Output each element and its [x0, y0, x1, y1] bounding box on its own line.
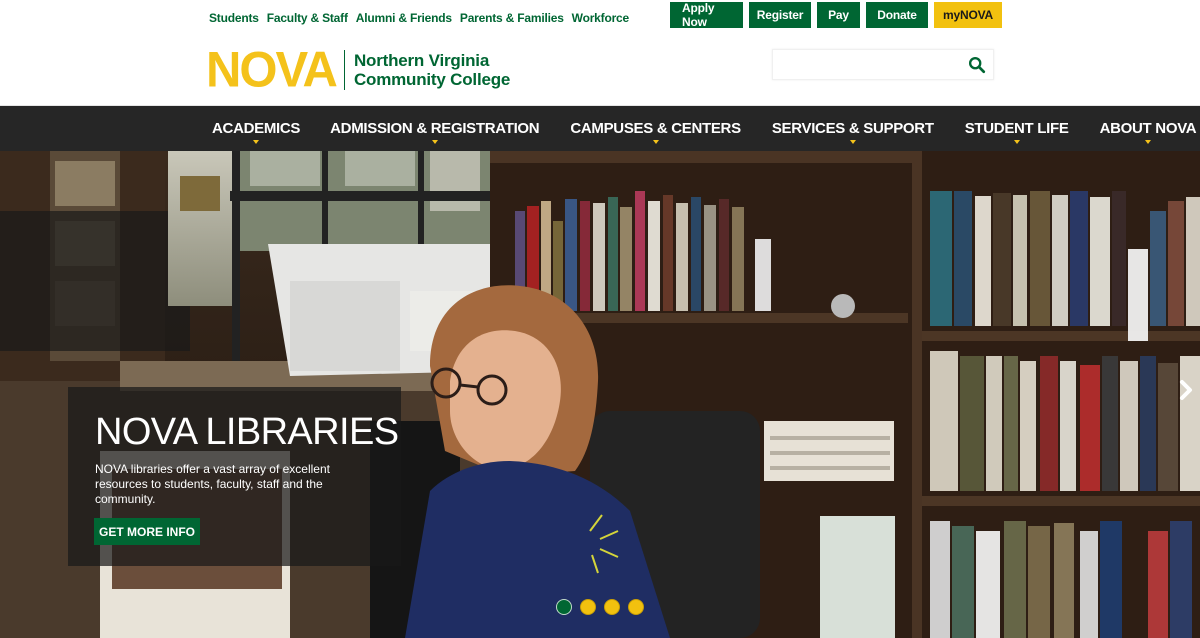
slide-dot-2[interactable]: [580, 599, 596, 615]
hero-slider: NOVA LIBRARIES NOVA libraries offer a va…: [0, 151, 1200, 638]
nova-logo[interactable]: NOVA Northern Virginia Community College: [206, 42, 510, 98]
nav-student-life[interactable]: STUDENT LIFE: [965, 106, 1069, 151]
donate-button[interactable]: Donate: [866, 2, 928, 28]
search-icon[interactable]: [968, 56, 986, 74]
nav-about-nova[interactable]: ABOUT NOVA: [1100, 106, 1197, 151]
nav-student-life-label: STUDENT LIFE: [964, 120, 1069, 137]
utility-link-students[interactable]: Students: [209, 11, 259, 25]
apply-now-button[interactable]: Apply Now: [670, 1, 743, 29]
hero-title: NOVA LIBRARIES: [95, 411, 399, 453]
slide-dot-1[interactable]: [556, 599, 572, 615]
utility-nav: Students Faculty & Staff Alumni & Friend…: [209, 11, 629, 25]
nav-services-label: SERVICES & SUPPORT: [771, 120, 934, 137]
slide-pagination: [556, 599, 644, 615]
nav-admission-label: ADMISSION & REGISTRATION: [330, 120, 540, 137]
hero-description: NOVA libraries offer a vast array of exc…: [95, 462, 330, 506]
logo-name-line1: Northern Virginia: [353, 51, 490, 70]
register-button[interactable]: Register: [749, 2, 811, 28]
cta-buttons: Apply Now Register Pay Donate myNOVA: [670, 1, 1002, 29]
utility-link-workforce[interactable]: Workforce: [572, 11, 630, 25]
chevron-right-icon[interactable]: [1176, 377, 1196, 403]
nav-academics-label: ACADEMICS: [212, 120, 301, 137]
chevron-down-icon: [431, 140, 438, 144]
chevron-down-icon: [849, 140, 856, 144]
nav-services-support[interactable]: SERVICES & SUPPORT: [772, 106, 934, 151]
chevron-down-icon: [253, 140, 260, 144]
header: Students Faculty & Staff Alumni & Friend…: [0, 0, 1200, 106]
slide-dot-3[interactable]: [604, 599, 620, 615]
main-nav: ACADEMICS ADMISSION & REGISTRATION CAMPU…: [0, 106, 1200, 151]
nav-campuses-label: CAMPUSES & CENTERS: [570, 120, 741, 137]
slide-dot-4[interactable]: [628, 599, 644, 615]
logo-divider: [343, 50, 345, 90]
chevron-down-icon: [652, 140, 659, 144]
logo-college-name: Northern Virginia Community College: [354, 51, 510, 89]
chevron-down-icon: [1013, 140, 1020, 144]
search-box: [772, 49, 994, 80]
logo-wordmark: NOVA: [206, 42, 338, 98]
search-input[interactable]: [773, 50, 958, 79]
chevron-down-icon: [1144, 140, 1151, 144]
nav-campuses-centers[interactable]: CAMPUSES & CENTERS: [570, 106, 741, 151]
logo-name-line2: Community College: [353, 70, 511, 89]
utility-link-parents-families[interactable]: Parents & Families: [460, 11, 564, 25]
nav-academics[interactable]: ACADEMICS: [212, 106, 300, 151]
get-more-info-button[interactable]: GET MORE INFO: [94, 518, 200, 545]
utility-link-faculty-staff[interactable]: Faculty & Staff: [267, 11, 348, 25]
nav-admission-registration[interactable]: ADMISSION & REGISTRATION: [330, 106, 540, 151]
mynova-button[interactable]: myNOVA: [934, 2, 1002, 28]
nav-about-label: ABOUT NOVA: [1099, 120, 1197, 137]
pay-button[interactable]: Pay: [817, 2, 860, 28]
utility-link-alumni-friends[interactable]: Alumni & Friends: [356, 11, 452, 25]
